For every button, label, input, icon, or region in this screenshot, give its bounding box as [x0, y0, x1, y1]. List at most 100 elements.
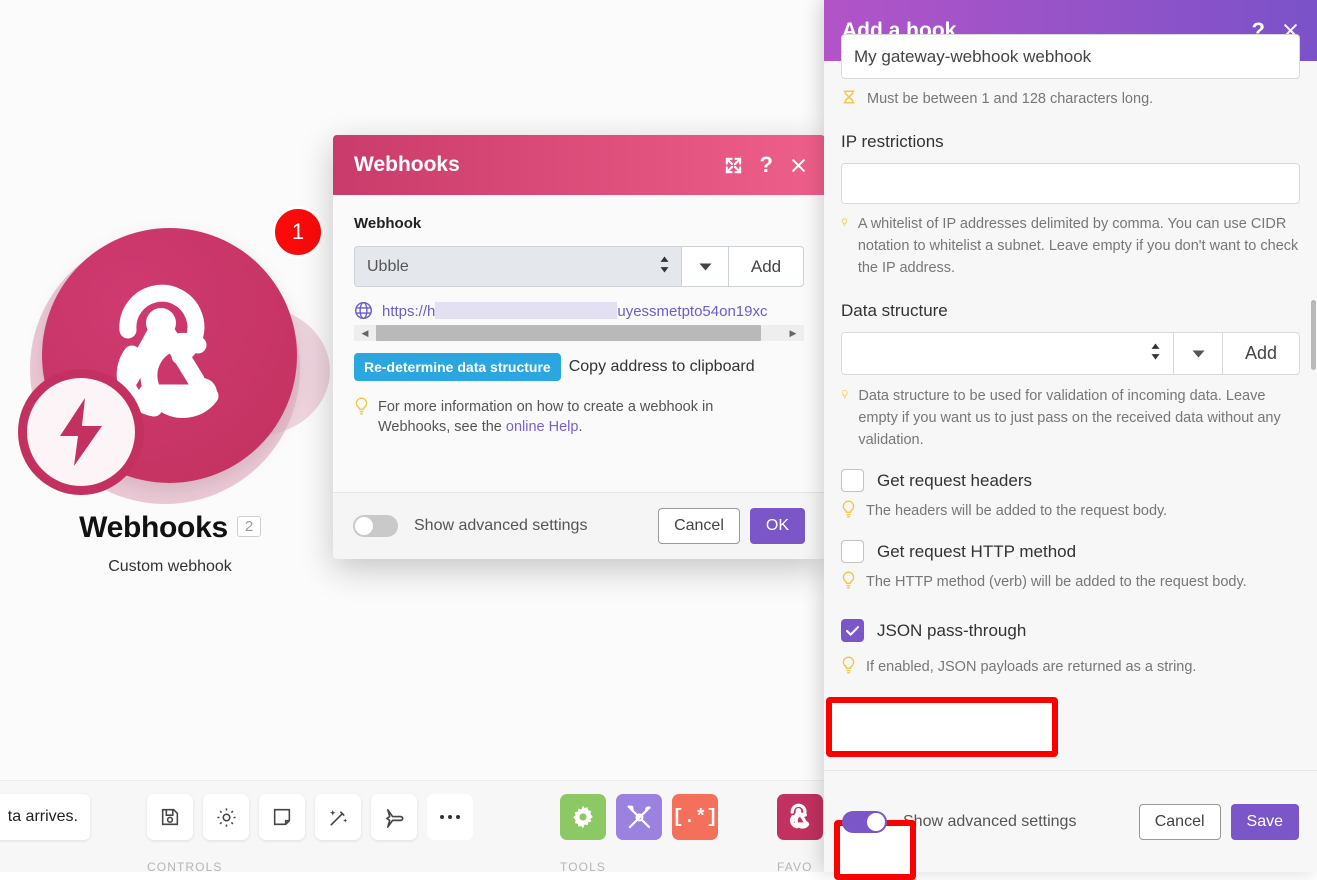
check-icon [846, 625, 859, 636]
expand-icon[interactable] [724, 156, 743, 175]
get-request-headers-hint: The headers will be added to the request… [841, 500, 1300, 522]
hook-advanced-settings-label: Show advanced settings [903, 812, 1077, 830]
webhook-field-label: Webhook [354, 215, 422, 232]
get-request-http-method-hint: The HTTP method (verb) will be added to … [841, 571, 1300, 593]
json-pass-through-hint-text: If enabled, JSON payloads are returned a… [866, 659, 1197, 675]
save-icon [161, 808, 179, 826]
webhook-select-dropdown-button[interactable] [681, 246, 729, 287]
webhook-add-button[interactable]: Add [729, 246, 804, 287]
webhooks-advanced-settings-toggle[interactable] [353, 515, 398, 537]
module-error-badge: 1 [272, 206, 324, 258]
webhook-url[interactable]: https://h uyessmetpto54on19xc [382, 301, 768, 320]
get-request-headers-row[interactable]: Get request headers [841, 469, 1300, 492]
webhooks-cancel-button[interactable]: Cancel [658, 508, 740, 544]
regex-icon: [.*] [672, 806, 718, 828]
toggle-knob [867, 812, 885, 831]
more-button[interactable] [427, 794, 473, 840]
ip-restrictions-hint-text: A whitelist of IP addresses delimited by… [857, 216, 1299, 276]
webhook-url-row: https://h uyessmetpto54on19xc [354, 301, 804, 320]
webhooks-dialog-header: Webhooks ? [333, 135, 825, 195]
webhook-url-scrollbar[interactable]: ◀ ▶ [354, 325, 804, 341]
globe-icon [354, 301, 373, 320]
lightbulb-icon [841, 218, 848, 227]
magic-wand-icon [329, 809, 347, 826]
module-card-webhooks[interactable]: 1 Webhooks 2 Custom webhook [0, 206, 340, 586]
data-structure-add-button[interactable]: Add [1223, 332, 1300, 375]
settings-button[interactable] [203, 794, 249, 840]
airplane-button[interactable] [371, 794, 417, 840]
hook-save-button[interactable]: Save [1230, 803, 1299, 840]
module-icon: 1 [0, 206, 340, 506]
spinner-icon [659, 255, 670, 278]
get-request-http-method-row[interactable]: Get request HTTP method [841, 540, 1300, 563]
scroll-right-icon[interactable]: ▶ [782, 328, 804, 339]
get-request-http-method-checkbox[interactable] [841, 540, 864, 563]
tools-button[interactable] [616, 794, 662, 840]
redetermine-data-structure-button[interactable]: Re-determine data structure [354, 353, 561, 381]
hook-name-value: My gateway-webhook webhook [854, 46, 1092, 66]
gear-icon [216, 807, 236, 827]
online-help-link[interactable]: online Help [506, 419, 579, 435]
scrollbar-thumb[interactable] [376, 325, 761, 341]
get-request-headers-hint-text: The headers will be added to the request… [866, 503, 1168, 519]
data-structure-select[interactable] [841, 332, 1174, 375]
webhooks-dialog: Webhooks ? Webhook Ubble Add https://h u… [333, 135, 825, 559]
more-icon [440, 815, 460, 819]
save-button[interactable] [147, 794, 193, 840]
webhooks-dialog-footer: Show advanced settings Cancel OK [333, 492, 825, 559]
webhooks-dialog-title: Webhooks [354, 153, 460, 176]
webhook-url-suffix: uyessmetpto54on19xc [617, 302, 768, 320]
webhook-select-value: Ubble [367, 257, 409, 275]
json-pass-through-hint: If enabled, JSON payloads are returned a… [841, 656, 1300, 678]
json-pass-through-label: JSON pass-through [877, 620, 1027, 640]
lightbulb-icon [842, 571, 855, 589]
add-hook-body: My gateway-webhook webhook Must be betwe… [824, 34, 1317, 770]
toolbar-group-favorites: FAVO [777, 794, 823, 874]
panel-scrollbar-thumb[interactable] [1311, 300, 1316, 370]
copy-address-button[interactable]: Copy address to clipboard [569, 358, 755, 376]
hook-advanced-settings-toggle[interactable] [842, 810, 887, 833]
webhook-url-prefix: https://h [382, 302, 436, 320]
toolbar-group-tools: [.*] TOOLS [560, 794, 718, 874]
webhook-select[interactable]: Ubble [354, 246, 681, 287]
close-icon[interactable] [790, 157, 807, 174]
data-structure-dropdown-button[interactable] [1174, 332, 1223, 375]
webhooks-advanced-settings-label: Show advanced settings [414, 517, 588, 534]
ip-restrictions-hint: A whitelist of IP addresses delimited by… [841, 213, 1300, 279]
scrollbar-track[interactable] [376, 325, 782, 341]
add-hook-footer: Show advanced settings Cancel Save [824, 770, 1317, 872]
data-structure-label: Data structure [841, 301, 948, 320]
regex-button[interactable]: [.*] [672, 794, 718, 840]
webhooks-ok-button[interactable]: OK [749, 508, 805, 544]
airplane-icon [385, 808, 403, 828]
module-bolt-badge [18, 369, 144, 495]
magic-wand-button[interactable] [315, 794, 361, 840]
lightbulb-icon [842, 656, 855, 674]
get-request-http-method-label: Get request HTTP method [877, 541, 1077, 561]
hook-name-hint: Must be between 1 and 128 characters lon… [841, 88, 1300, 110]
lightbulb-icon [842, 500, 855, 518]
note-button[interactable] [259, 794, 305, 840]
lightbulb-icon [355, 397, 368, 415]
ip-restrictions-input[interactable] [841, 163, 1300, 204]
data-structure-row: Add [841, 332, 1300, 375]
hook-cancel-button[interactable]: Cancel [1138, 803, 1221, 840]
webhook-select-row: Ubble Add [354, 246, 804, 287]
webhook-url-redacted [435, 301, 618, 319]
module-number: 2 [236, 516, 261, 537]
get-request-http-method-hint-text: The HTTP method (verb) will be added to … [866, 574, 1247, 590]
module-title: Webhooks [79, 511, 228, 544]
webhook-favorite-button[interactable] [777, 794, 823, 840]
lightbulb-icon [841, 390, 848, 399]
webhook-favorite-icon [790, 803, 810, 829]
hook-name-input[interactable]: My gateway-webhook webhook [841, 34, 1300, 79]
chevron-down-icon [699, 263, 711, 270]
data-structure-hint-text: Data structure to be used for validation… [858, 388, 1281, 448]
help-icon[interactable]: ? [760, 152, 773, 178]
json-pass-through-row[interactable]: JSON pass-through [841, 619, 1300, 642]
json-pass-through-checkbox[interactable] [841, 619, 864, 642]
spinner-icon [1150, 342, 1161, 365]
tools-gear-button[interactable] [560, 794, 606, 840]
get-request-headers-checkbox[interactable] [841, 469, 864, 492]
scroll-left-icon[interactable]: ◀ [354, 328, 376, 339]
